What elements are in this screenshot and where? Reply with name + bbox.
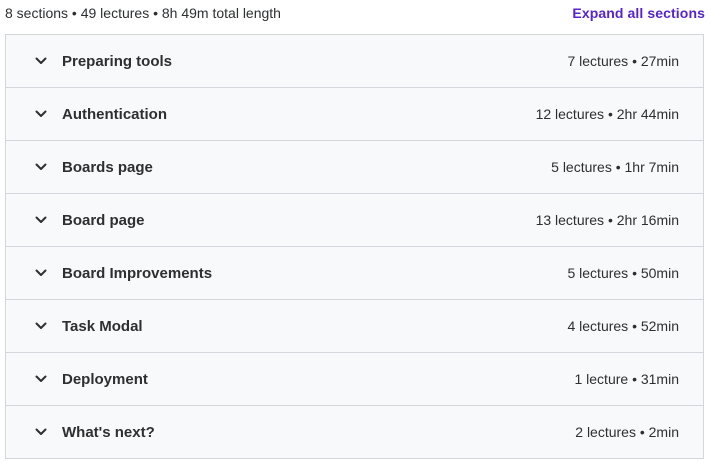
curriculum-summary-bar: 8 sections • 49 lectures • 8h 49m total …: [0, 0, 709, 28]
chevron-down-icon: [34, 107, 48, 121]
section-meta: 2 lectures • 2min: [575, 424, 679, 440]
section-title: Boards page: [62, 158, 153, 176]
chevron-down-icon: [34, 266, 48, 280]
section-meta: 7 lectures • 27min: [567, 53, 679, 69]
chevron-down-icon: [34, 54, 48, 68]
section-meta: 4 lectures • 52min: [567, 318, 679, 334]
section-title: Board page: [62, 211, 145, 229]
section-meta: 1 lecture • 31min: [574, 371, 679, 387]
section-title: What's next?: [62, 423, 155, 441]
section-title: Preparing tools: [62, 52, 173, 70]
section-row-whats-next[interactable]: What's next? 2 lectures • 2min: [6, 406, 703, 458]
section-meta: 13 lectures • 2hr 16min: [535, 212, 679, 228]
section-row-preparing-tools[interactable]: Preparing tools 7 lectures • 27min: [6, 35, 703, 88]
section-meta: 5 lectures • 50min: [567, 265, 679, 281]
section-title: Task Modal: [62, 317, 143, 335]
section-title: Authentication: [62, 105, 167, 123]
section-row-task-modal[interactable]: Task Modal 4 lectures • 52min: [6, 300, 703, 353]
section-row-board-page[interactable]: Board page 13 lectures • 2hr 16min: [6, 194, 703, 247]
curriculum-summary: 8 sections • 49 lectures • 8h 49m total …: [5, 5, 281, 21]
chevron-down-icon: [34, 319, 48, 333]
expand-all-sections-button[interactable]: Expand all sections: [572, 5, 705, 21]
course-sections-list: Preparing tools 7 lectures • 27min Authe…: [5, 34, 704, 459]
section-row-authentication[interactable]: Authentication 12 lectures • 2hr 44min: [6, 88, 703, 141]
section-row-board-improvements[interactable]: Board Improvements 5 lectures • 50min: [6, 247, 703, 300]
chevron-down-icon: [34, 160, 48, 174]
chevron-down-icon: [34, 213, 48, 227]
section-row-deployment[interactable]: Deployment 1 lecture • 31min: [6, 353, 703, 406]
section-meta: 12 lectures • 2hr 44min: [535, 106, 679, 122]
section-title: Deployment: [62, 370, 148, 388]
chevron-down-icon: [34, 425, 48, 439]
section-meta: 5 lectures • 1hr 7min: [551, 159, 679, 175]
section-row-boards-page[interactable]: Boards page 5 lectures • 1hr 7min: [6, 141, 703, 194]
section-title: Board Improvements: [62, 264, 213, 282]
chevron-down-icon: [34, 372, 48, 386]
